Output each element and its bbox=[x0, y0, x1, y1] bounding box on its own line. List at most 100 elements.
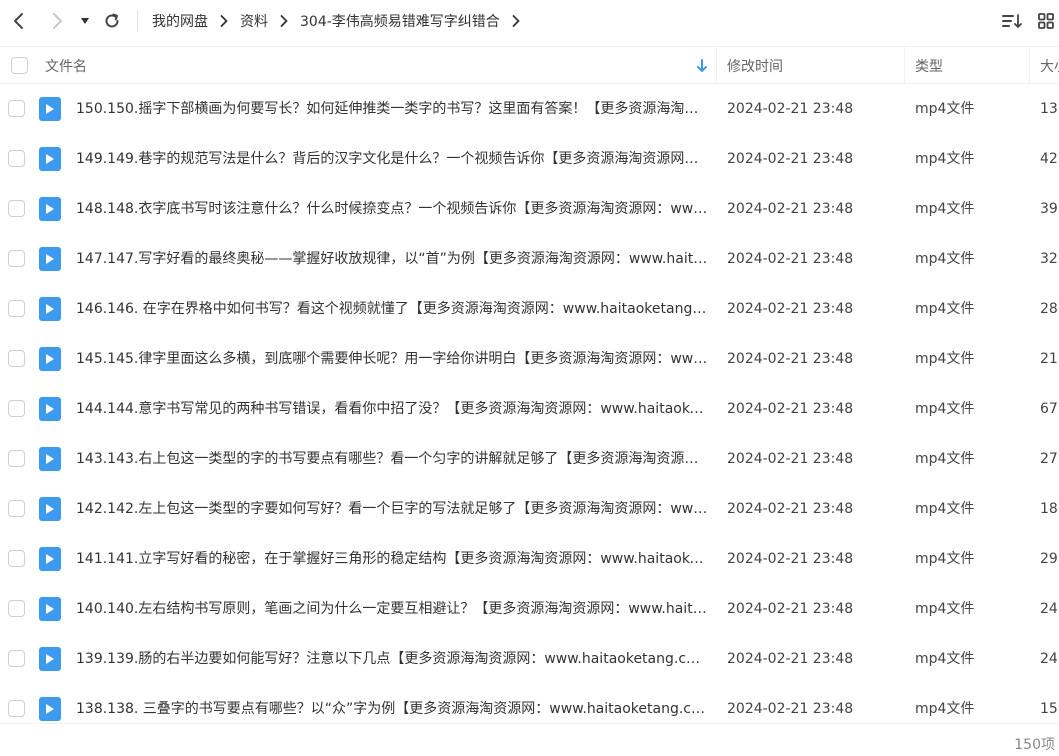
file-modified-date: 2024-02-21 23:48 bbox=[727, 301, 854, 317]
column-divider[interactable] bbox=[904, 47, 905, 84]
file-name[interactable]: 140.140.左右结构书写原则，笔画之间为什么一定要互相避让？【更多资源海淘资… bbox=[76, 584, 708, 634]
file-modified-date: 2024-02-21 23:48 bbox=[727, 601, 854, 617]
row-checkbox[interactable] bbox=[8, 150, 25, 167]
row-checkbox[interactable] bbox=[8, 550, 25, 567]
table-row[interactable]: 141.141.立字写好看的秘密，在于掌握好三角形的稳定结构【更多资源海淘资源网… bbox=[0, 534, 1059, 584]
table-row[interactable]: 150.150.摇字下部横画为何要写长？如何延伸推类一类字的书写？这里面有答案！… bbox=[0, 84, 1059, 134]
caret-down-icon bbox=[81, 18, 89, 24]
file-name[interactable]: 148.148.衣字底书写时该注意什么？什么时候捺变点？一个视频告诉你【更多资源… bbox=[76, 184, 708, 234]
toolbar: 我的网盘 资料 304-李伟高频易错难写字纠错合 bbox=[0, 0, 1059, 42]
file-type: mp4文件 bbox=[915, 451, 975, 467]
video-file-icon bbox=[39, 297, 61, 321]
file-name[interactable]: 145.145.律字里面这么多横，到底哪个需要伸长呢？用一字给你讲明白【更多资源… bbox=[76, 334, 708, 384]
file-type: mp4文件 bbox=[915, 351, 975, 367]
file-name[interactable]: 139.139.肠的右半边要如何能写好？注意以下几点【更多资源海淘资源网：www… bbox=[76, 634, 708, 684]
table-header: 文件名 修改时间 类型 大小 bbox=[0, 46, 1059, 84]
column-header-type[interactable]: 类型 bbox=[915, 47, 943, 84]
file-size: 24 bbox=[1040, 601, 1058, 617]
row-checkbox[interactable] bbox=[8, 400, 25, 417]
file-name[interactable]: 149.149.巷字的规范写法是什么？背后的汉字文化是什么？一个视频告诉你【更多… bbox=[76, 134, 708, 184]
sort-desc-arrow-icon[interactable] bbox=[696, 47, 708, 84]
grid-view-button[interactable] bbox=[1034, 9, 1058, 33]
file-type: mp4文件 bbox=[915, 501, 975, 517]
row-checkbox[interactable] bbox=[8, 650, 25, 667]
file-size: 18 bbox=[1040, 501, 1058, 517]
file-type: mp4文件 bbox=[915, 551, 975, 567]
file-name[interactable]: 144.144.意字书写常见的两种书写错误，看看你中招了没？【更多资源海淘资源网… bbox=[76, 384, 708, 434]
breadcrumb: 我的网盘 资料 304-李伟高频易错难写字纠错合 bbox=[152, 0, 532, 42]
file-modified-date: 2024-02-21 23:48 bbox=[727, 151, 854, 167]
file-type: mp4文件 bbox=[915, 251, 975, 267]
column-header-name[interactable]: 文件名 bbox=[45, 47, 87, 84]
sort-button[interactable] bbox=[1000, 9, 1024, 33]
history-dropdown-button[interactable] bbox=[74, 8, 96, 34]
file-size: 28 bbox=[1040, 301, 1058, 317]
file-type: mp4文件 bbox=[915, 201, 975, 217]
file-size: 39 bbox=[1040, 201, 1058, 217]
breadcrumb-chevron-icon bbox=[512, 15, 520, 27]
breadcrumb-item-current[interactable]: 304-李伟高频易错难写字纠错合 bbox=[300, 11, 500, 31]
select-all-checkbox[interactable] bbox=[11, 47, 28, 84]
video-file-icon bbox=[39, 497, 61, 521]
file-size: 24 bbox=[1040, 651, 1058, 667]
table-row[interactable]: 149.149.巷字的规范写法是什么？背后的汉字文化是什么？一个视频告诉你【更多… bbox=[0, 134, 1059, 184]
table-row[interactable]: 139.139.肠的右半边要如何能写好？注意以下几点【更多资源海淘资源网：www… bbox=[0, 634, 1059, 684]
row-checkbox[interactable] bbox=[8, 700, 25, 717]
row-checkbox[interactable] bbox=[8, 200, 25, 217]
table-row[interactable]: 148.148.衣字底书写时该注意什么？什么时候捺变点？一个视频告诉你【更多资源… bbox=[0, 184, 1059, 234]
column-header-modified[interactable]: 修改时间 bbox=[727, 47, 783, 84]
row-checkbox[interactable] bbox=[8, 350, 25, 367]
table-row[interactable]: 146.146. 在字在界格中如何书写？看这个视频就懂了【更多资源海淘资源网：w… bbox=[0, 284, 1059, 334]
file-type: mp4文件 bbox=[915, 601, 975, 617]
file-modified-date: 2024-02-21 23:48 bbox=[727, 251, 854, 267]
refresh-icon bbox=[105, 13, 119, 28]
video-file-icon bbox=[39, 647, 61, 671]
file-type: mp4文件 bbox=[915, 401, 975, 417]
file-name[interactable]: 146.146. 在字在界格中如何书写？看这个视频就懂了【更多资源海淘资源网：w… bbox=[76, 284, 708, 334]
column-header-size[interactable]: 大小 bbox=[1040, 47, 1059, 84]
row-checkbox[interactable] bbox=[8, 250, 25, 267]
back-button[interactable] bbox=[6, 8, 32, 34]
file-modified-date: 2024-02-21 23:48 bbox=[727, 451, 854, 467]
breadcrumb-chevron-icon bbox=[220, 15, 228, 27]
file-modified-date: 2024-02-21 23:48 bbox=[727, 651, 854, 667]
toolbar-divider bbox=[137, 10, 138, 32]
table-row[interactable]: 142.142.左上包这一类型的字要如何写好？看一个巨字的写法就足够了【更多资源… bbox=[0, 484, 1059, 534]
column-divider[interactable] bbox=[716, 47, 717, 84]
table-row[interactable]: 143.143.右上包这一类型的字的书写要点有哪些？看一个匀字的讲解就足够了【更… bbox=[0, 434, 1059, 484]
sort-icon bbox=[1002, 14, 1022, 28]
file-name[interactable]: 147.147.写字好看的最终奥秘——掌握好收放规律，以“首”为例【更多资源海淘… bbox=[76, 234, 708, 284]
row-checkbox[interactable] bbox=[8, 600, 25, 617]
row-checkbox[interactable] bbox=[8, 100, 25, 117]
file-name[interactable]: 143.143.右上包这一类型的字的书写要点有哪些？看一个匀字的讲解就足够了【更… bbox=[76, 434, 708, 484]
file-size: 21 bbox=[1040, 351, 1058, 367]
file-modified-date: 2024-02-21 23:48 bbox=[727, 101, 854, 117]
file-modified-date: 2024-02-21 23:48 bbox=[727, 351, 854, 367]
file-name[interactable]: 141.141.立字写好看的秘密，在于掌握好三角形的稳定结构【更多资源海淘资源网… bbox=[76, 534, 708, 584]
video-file-icon bbox=[39, 447, 61, 471]
file-size: 42 bbox=[1040, 151, 1058, 167]
video-file-icon bbox=[39, 197, 61, 221]
table-row[interactable]: 145.145.律字里面这么多横，到底哪个需要伸长呢？用一字给你讲明白【更多资源… bbox=[0, 334, 1059, 384]
file-size: 29 bbox=[1040, 551, 1058, 567]
chevron-left-icon bbox=[14, 13, 23, 29]
refresh-button[interactable] bbox=[99, 8, 125, 34]
status-bar: 150项 bbox=[0, 723, 1059, 756]
table-row[interactable]: 147.147.写字好看的最终奥秘——掌握好收放规律，以“首”为例【更多资源海淘… bbox=[0, 234, 1059, 284]
table-row[interactable]: 140.140.左右结构书写原则，笔画之间为什么一定要互相避让？【更多资源海淘资… bbox=[0, 584, 1059, 634]
breadcrumb-item-root[interactable]: 我的网盘 bbox=[152, 11, 208, 31]
file-modified-date: 2024-02-21 23:48 bbox=[727, 551, 854, 567]
file-type: mp4文件 bbox=[915, 101, 975, 117]
row-checkbox[interactable] bbox=[8, 300, 25, 317]
file-name[interactable]: 142.142.左上包这一类型的字要如何写好？看一个巨字的写法就足够了【更多资源… bbox=[76, 484, 708, 534]
table-row[interactable]: 144.144.意字书写常见的两种书写错误，看看你中招了没？【更多资源海淘资源网… bbox=[0, 384, 1059, 434]
file-modified-date: 2024-02-21 23:48 bbox=[727, 401, 854, 417]
file-name[interactable]: 150.150.摇字下部横画为何要写长？如何延伸推类一类字的书写？这里面有答案！… bbox=[76, 84, 708, 134]
forward-button[interactable] bbox=[44, 8, 70, 34]
breadcrumb-item-folder[interactable]: 资料 bbox=[240, 11, 268, 31]
column-divider[interactable] bbox=[1029, 47, 1030, 84]
file-modified-date: 2024-02-21 23:48 bbox=[727, 201, 854, 217]
row-checkbox[interactable] bbox=[8, 500, 25, 517]
row-checkbox[interactable] bbox=[8, 450, 25, 467]
item-count: 150项 bbox=[1014, 737, 1055, 753]
